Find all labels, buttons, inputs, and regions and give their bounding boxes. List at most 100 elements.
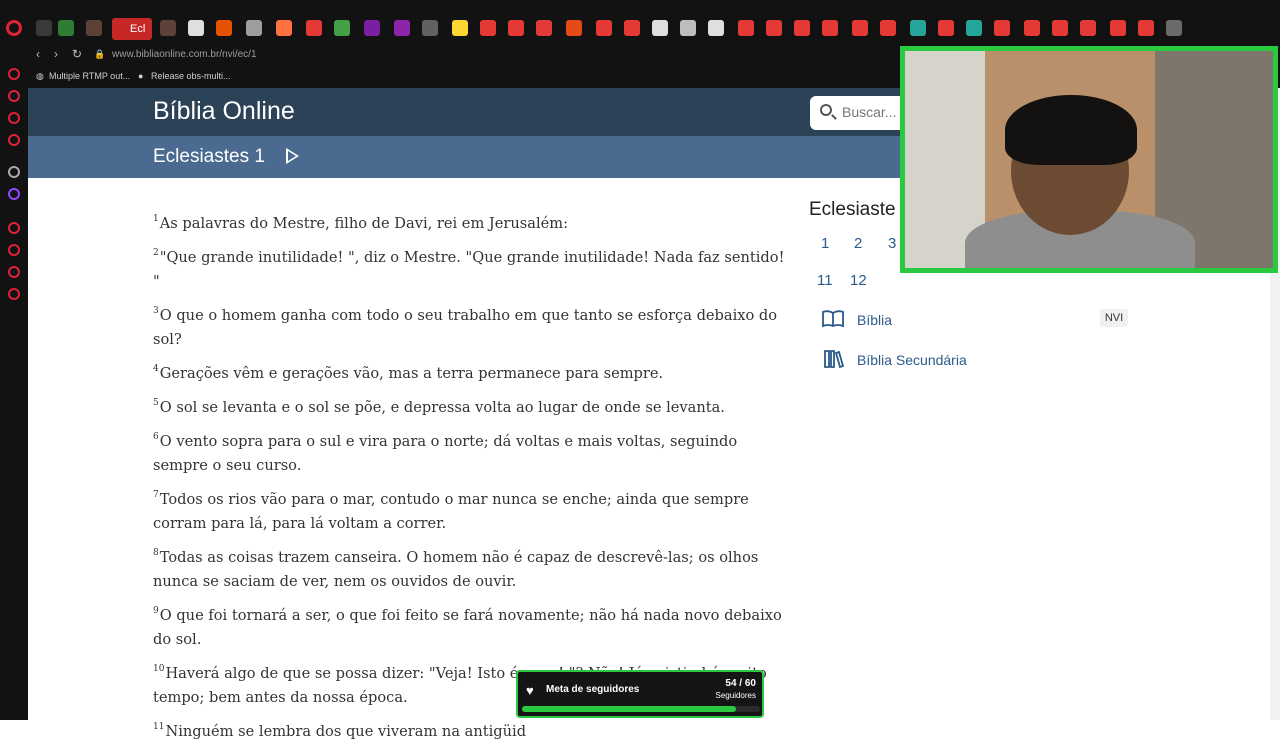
- webcam-person-hair: [1005, 95, 1137, 165]
- lock-icon: 🔒: [94, 49, 106, 59]
- tab-icon[interactable]: [306, 20, 322, 36]
- bookmark-item[interactable]: Multiple RTMP out...: [49, 71, 130, 81]
- tab-icon[interactable]: [508, 20, 524, 36]
- verse-number: 2: [153, 248, 159, 258]
- verse-number: 9: [153, 606, 159, 616]
- play-icon[interactable]: [286, 148, 299, 164]
- tab-icon[interactable]: [624, 20, 640, 36]
- sidebar-app-icon[interactable]: [8, 90, 20, 102]
- tab-icon[interactable]: [1052, 20, 1068, 36]
- verse: 3O que o homem ganha com todo o seu trab…: [153, 304, 793, 352]
- sidebar-app-icon[interactable]: [8, 166, 20, 178]
- tab-icon[interactable]: [794, 20, 810, 36]
- chapter-link[interactable]: 3: [888, 235, 896, 252]
- browser-tab-bar: Ecl: [0, 0, 1280, 44]
- tab-icon[interactable]: [394, 20, 410, 36]
- browser-sidebar: [0, 66, 28, 720]
- tab-icon[interactable]: [188, 20, 204, 36]
- tab-icon[interactable]: [86, 20, 102, 36]
- verse: 8Todas as coisas trazem canseira. O home…: [153, 546, 793, 594]
- sidebar-app-icon[interactable]: [8, 134, 20, 146]
- tab-icon[interactable]: [1024, 20, 1040, 36]
- verse-text: O vento sopra para o sul e vira para o n…: [153, 433, 738, 474]
- chapter-link[interactable]: 2: [854, 235, 862, 252]
- book-title: Eclesiaste: [809, 199, 896, 220]
- verse-text: "Que grande inutilidade! ", diz o Mestre…: [153, 249, 785, 290]
- tab-icon[interactable]: [1080, 20, 1096, 36]
- search-icon: [820, 104, 832, 116]
- tab-icon[interactable]: [880, 20, 896, 36]
- globe-icon: ◍: [36, 71, 44, 81]
- tab-icon[interactable]: [822, 20, 838, 36]
- verse-number: 5: [153, 398, 159, 408]
- tab-icon[interactable]: [422, 20, 438, 36]
- tab-icon[interactable]: [708, 20, 724, 36]
- tab-icon[interactable]: [910, 20, 926, 36]
- tab-icon[interactable]: [452, 20, 468, 36]
- version-badge[interactable]: NVI: [1100, 309, 1128, 327]
- tab-icon[interactable]: [738, 20, 754, 36]
- goal-sub: Seguidores: [715, 691, 756, 700]
- tab-icon[interactable]: [596, 20, 612, 36]
- tab-icon[interactable]: [966, 20, 982, 36]
- reload-icon[interactable]: ↻: [72, 47, 82, 61]
- sidebar-app-icon[interactable]: [8, 68, 20, 80]
- tab-icon[interactable]: [36, 20, 52, 36]
- chapter-link[interactable]: 12: [850, 272, 867, 289]
- tab-icon[interactable]: [216, 20, 232, 36]
- tab-icon[interactable]: [680, 20, 696, 36]
- verse-text: O sol se levanta e o sol se põe, e depre…: [159, 399, 725, 416]
- chapter-link[interactable]: 1: [821, 235, 829, 252]
- verse-number: 1: [153, 214, 159, 224]
- sidebar-app-icon[interactable]: [8, 112, 20, 124]
- tab-active[interactable]: Ecl: [112, 18, 152, 40]
- tab-icon[interactable]: [652, 20, 668, 36]
- sidebar-app-icon[interactable]: [8, 244, 20, 256]
- verse-number: 10: [153, 664, 165, 674]
- sidebar-app-icon[interactable]: [8, 266, 20, 278]
- url-text[interactable]: www.bibliaonline.com.br/nvi/ec/1: [112, 49, 257, 60]
- tab-icon[interactable]: [852, 20, 868, 36]
- goal-count: 54 / 60: [725, 678, 756, 689]
- opera-logo-icon[interactable]: [6, 20, 22, 36]
- bookmark-item[interactable]: Release obs-multi...: [151, 71, 231, 81]
- settings-icon[interactable]: [8, 288, 20, 300]
- book-icon: [822, 310, 844, 328]
- tab-icon[interactable]: [566, 20, 582, 36]
- tab-icon[interactable]: [334, 20, 350, 36]
- goal-progress-bar: [522, 706, 760, 712]
- tab-icon[interactable]: [1110, 20, 1126, 36]
- tab-icon[interactable]: [276, 20, 292, 36]
- goal-label: Meta de seguidores: [546, 684, 640, 695]
- verse: 4Gerações vêm e gerações vão, mas a terr…: [153, 362, 793, 386]
- verse-number: 4: [153, 364, 159, 374]
- tab-icon[interactable]: [160, 20, 176, 36]
- verse-text: Gerações vêm e gerações vão, mas a terra…: [159, 365, 664, 382]
- goal-progress-fill: [522, 706, 737, 712]
- forward-icon[interactable]: ›: [54, 47, 58, 61]
- verse: 7Todos os rios vão para o mar, contudo o…: [153, 488, 793, 536]
- tab-icon[interactable]: [766, 20, 782, 36]
- new-tab-icon[interactable]: [1166, 20, 1182, 36]
- back-icon[interactable]: ‹: [36, 47, 40, 61]
- tab-icon[interactable]: [994, 20, 1010, 36]
- verse: 1As palavras do Mestre, filho de Davi, r…: [153, 212, 793, 236]
- twitch-icon[interactable]: [8, 188, 20, 200]
- tab-icon[interactable]: [58, 20, 74, 36]
- verse-text: Todos os rios vão para o mar, contudo o …: [153, 491, 749, 532]
- tab-icon[interactable]: [480, 20, 496, 36]
- verse-number: 6: [153, 432, 159, 442]
- tab-icon[interactable]: [364, 20, 380, 36]
- verse-number: 7: [153, 490, 159, 500]
- tab-icon[interactable]: [246, 20, 262, 36]
- verse: 9O que foi tornará a ser, o que foi feit…: [153, 604, 793, 652]
- verse: 11Ninguém se lembra dos que viveram na a…: [153, 720, 793, 744]
- sidebar-app-icon[interactable]: [8, 222, 20, 234]
- chapter-link[interactable]: 11: [817, 272, 833, 289]
- verse-text: O que o homem ganha com todo o seu traba…: [153, 307, 778, 348]
- verse-text: As palavras do Mestre, filho de Davi, re…: [159, 215, 569, 232]
- tab-icon[interactable]: [536, 20, 552, 36]
- site-title[interactable]: Bíblia Online: [153, 97, 295, 126]
- tab-icon[interactable]: [1138, 20, 1154, 36]
- tab-icon[interactable]: [938, 20, 954, 36]
